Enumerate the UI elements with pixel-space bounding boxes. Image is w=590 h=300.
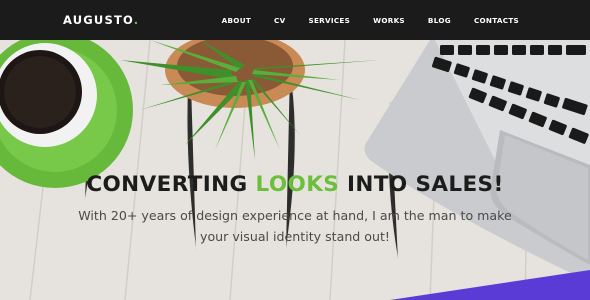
nav-link-contacts[interactable]: CONTACTS bbox=[474, 16, 519, 25]
nav-link-blog[interactable]: BLOG bbox=[428, 16, 451, 25]
hero-background-image bbox=[0, 40, 590, 300]
nav-link-cv[interactable]: CV bbox=[274, 16, 285, 25]
logo-dot: . bbox=[133, 13, 140, 27]
hero-section: CONVERTING LOOKS INTO SALES! With 20+ ye… bbox=[0, 40, 590, 300]
hero-title-part2: INTO SALES! bbox=[339, 172, 504, 197]
logo[interactable]: AUGUSTO. bbox=[63, 13, 139, 27]
hero-title-part1: CONVERTING bbox=[86, 172, 256, 197]
navbar: AUGUSTO. ABOUT CV SERVICES WORKS BLOG CO… bbox=[0, 0, 590, 40]
logo-text: AUGUSTO bbox=[63, 13, 134, 27]
nav-link-works[interactable]: WORKS bbox=[373, 16, 405, 25]
nav-link-services[interactable]: SERVICES bbox=[308, 16, 350, 25]
hero-subtitle: With 20+ years of design experience at h… bbox=[78, 208, 512, 244]
nav-link-about[interactable]: ABOUT bbox=[222, 16, 251, 25]
hero-title: CONVERTING LOOKS INTO SALES! bbox=[0, 172, 590, 197]
hero-title-accent: LOOKS bbox=[255, 172, 340, 197]
nav-menu: ABOUT CV SERVICES WORKS BLOG CONTACTS bbox=[222, 16, 519, 25]
